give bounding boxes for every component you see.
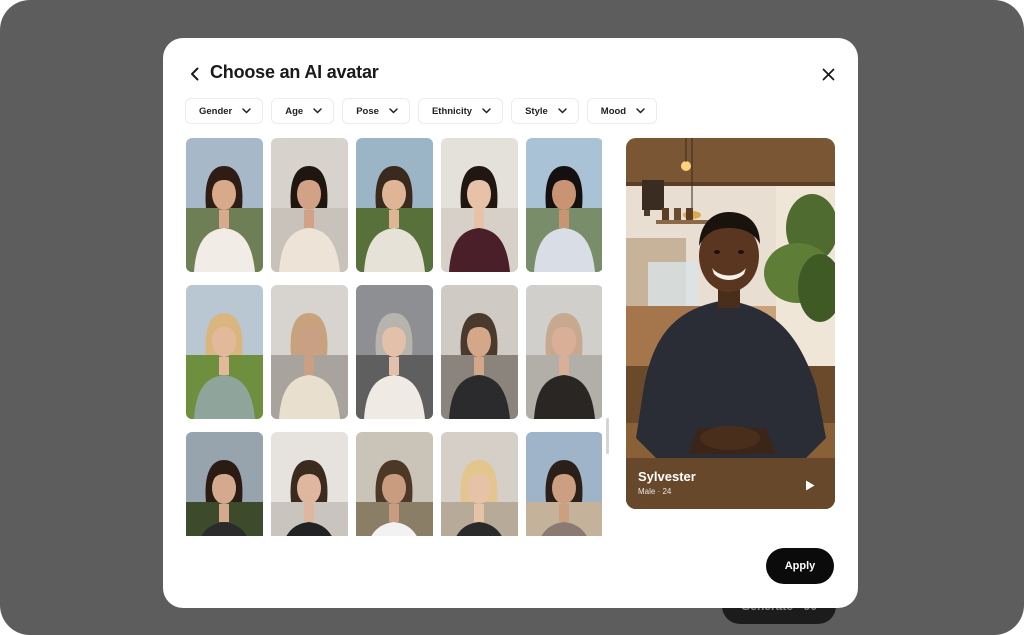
avatar-name: Sylvester <box>638 469 696 484</box>
avatar-preview-image <box>626 138 835 509</box>
avatar-thumbnail[interactable] <box>271 138 348 272</box>
avatar-preview: Sylvester Male · 24 <box>626 138 835 509</box>
avatar-photo <box>186 285 263 419</box>
filter-label: Pose <box>356 105 379 117</box>
avatar-thumbnail[interactable] <box>186 432 263 536</box>
avatar-photo <box>441 285 518 419</box>
chevron-down-icon <box>636 108 645 114</box>
avatar-photo <box>186 432 263 536</box>
avatar-photo <box>526 285 602 419</box>
chevron-down-icon <box>389 108 398 114</box>
avatar-thumbnail[interactable] <box>526 138 602 272</box>
avatar-picker-modal: Choose an AI avatar Gender Age Pose Ethn… <box>163 38 858 608</box>
avatar-thumbnail[interactable] <box>441 285 518 419</box>
avatar-photo <box>441 432 518 536</box>
close-button[interactable] <box>819 65 837 83</box>
grid-scrollbar[interactable] <box>606 418 609 454</box>
play-icon <box>806 480 815 490</box>
avatar-photo <box>526 138 602 272</box>
filter-pose[interactable]: Pose <box>342 98 410 124</box>
filter-label: Gender <box>199 105 233 117</box>
avatar-thumbnail[interactable] <box>356 138 433 272</box>
filter-style[interactable]: Style <box>511 98 579 124</box>
apply-button[interactable]: Apply <box>766 548 834 584</box>
modal-title: Choose an AI avatar <box>210 62 379 82</box>
filter-label: Mood <box>600 105 627 117</box>
avatar-photo <box>271 285 348 419</box>
filter-age[interactable]: Age <box>271 98 335 124</box>
avatar-photo <box>441 138 518 272</box>
avatar-photo <box>356 432 433 536</box>
avatar-photo <box>271 432 348 536</box>
avatar-thumbnail[interactable] <box>526 432 602 536</box>
avatar-photo <box>526 432 602 536</box>
play-button[interactable] <box>801 476 819 494</box>
filter-label: Style <box>525 105 548 117</box>
avatar-grid <box>186 138 602 536</box>
filter-mood[interactable]: Mood <box>586 98 658 124</box>
avatar-thumbnail[interactable] <box>271 432 348 536</box>
chevron-left-icon <box>191 67 199 81</box>
avatar-photo <box>271 138 348 272</box>
chevron-down-icon <box>313 108 322 114</box>
avatar-thumbnail[interactable] <box>441 138 518 272</box>
avatar-thumbnail[interactable] <box>186 138 263 272</box>
filter-gender[interactable]: Gender <box>185 98 264 124</box>
filter-ethnicity[interactable]: Ethnicity <box>417 98 504 124</box>
chevron-down-icon <box>242 108 252 114</box>
avatar-thumbnail[interactable] <box>526 285 602 419</box>
avatar-thumbnail[interactable] <box>356 285 433 419</box>
avatar-photo <box>356 138 433 272</box>
filter-bar: Gender Age Pose Ethnicity Style Mood <box>185 98 658 124</box>
avatar-photo <box>186 138 263 272</box>
avatar-thumbnail[interactable] <box>441 432 518 536</box>
filter-label: Ethnicity <box>431 105 473 117</box>
avatar-thumbnail[interactable] <box>271 285 348 419</box>
back-button[interactable] <box>187 64 203 84</box>
filter-label: Age <box>285 105 304 117</box>
chevron-down-icon <box>558 108 567 114</box>
close-icon <box>822 68 834 80</box>
avatar-photo <box>356 285 433 419</box>
avatar-meta: Male · 24 <box>638 487 672 496</box>
avatar-thumbnail[interactable] <box>356 432 433 536</box>
avatar-thumbnail[interactable] <box>186 285 263 419</box>
chevron-down-icon <box>482 108 491 114</box>
